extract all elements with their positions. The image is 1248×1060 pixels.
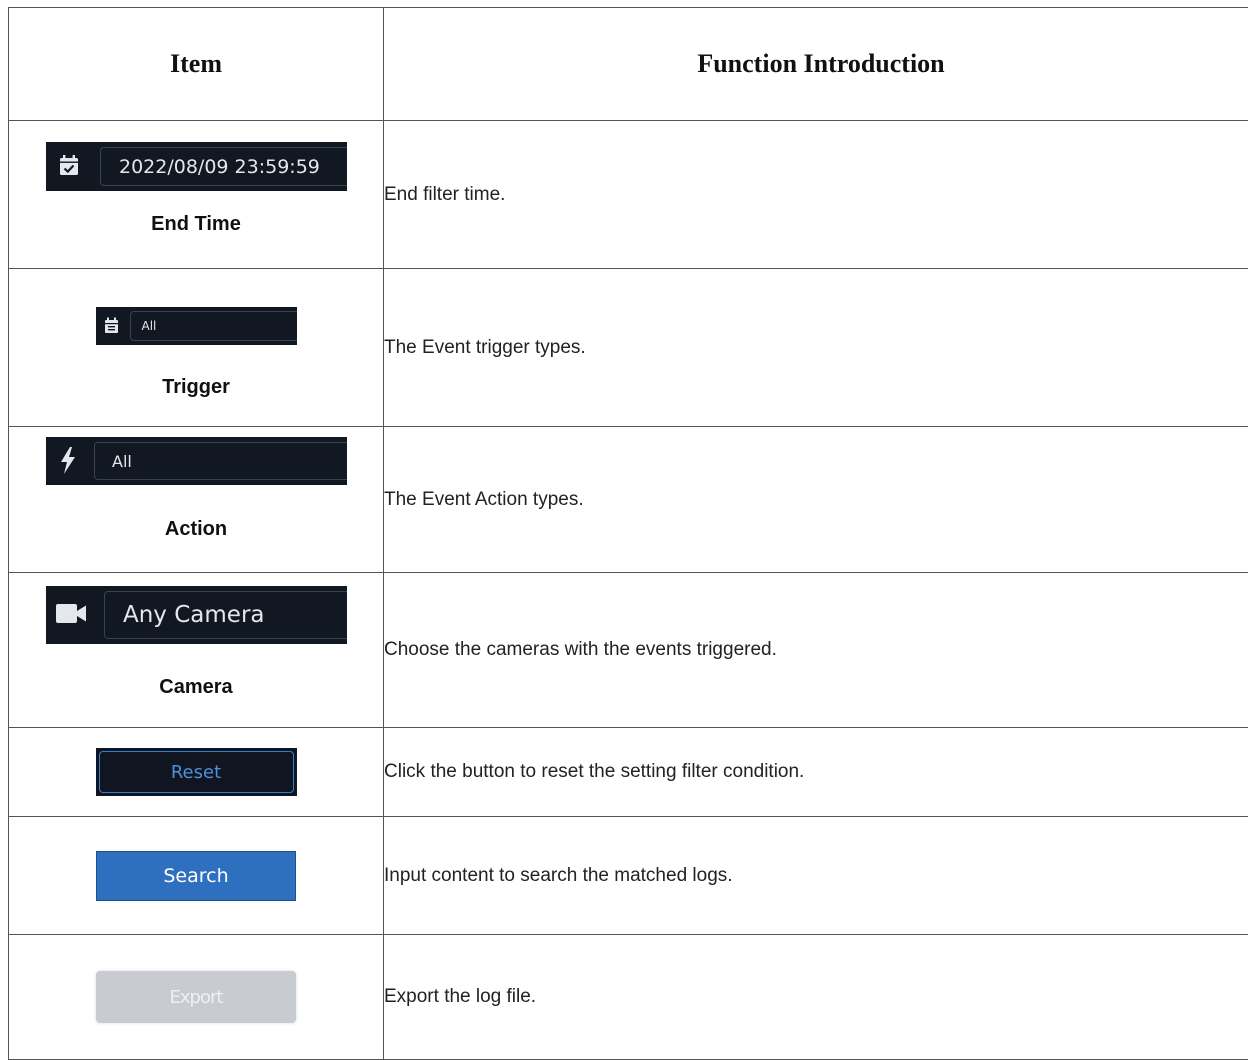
table-row: Export Export the log file. [9,935,1248,1060]
end-time-value: 2022/08/09 23:59:59 [119,156,320,178]
reset-button[interactable]: Reset [96,748,297,796]
table-row: 2022/08/09 23:59:59 End Time End filter … [9,121,1248,269]
trigger-select[interactable]: All [96,307,297,345]
item-cell-trigger: All Trigger [9,269,384,427]
camera-label: Camera [9,676,383,699]
table-row: All Action The Event Action types. [9,427,1248,573]
table-row: Search Input content to search the match… [9,817,1248,935]
trigger-description: The Event trigger types. [384,269,1248,427]
header-item: Item [9,8,384,121]
table-row: Reset Click the button to reset the sett… [9,728,1248,817]
table-row: Any Camera Camera Choose the cameras wit… [9,573,1248,728]
reset-description: Click the button to reset the setting fi… [384,728,1248,817]
calendar-check-icon [59,154,79,181]
camera-value: Any Camera [123,602,265,628]
action-select[interactable]: All [46,437,347,485]
item-cell-end-time: 2022/08/09 23:59:59 End Time [9,121,384,269]
item-cell-reset: Reset [9,728,384,817]
export-button[interactable]: Export [96,971,296,1023]
header-function-introduction: Function Introduction [384,8,1248,121]
end-time-input[interactable]: 2022/08/09 23:59:59 [100,147,347,186]
trigger-input[interactable]: All [130,311,297,341]
action-input[interactable]: All [94,442,347,480]
end-time-description: End filter time. [384,121,1248,269]
trigger-value: All [142,319,157,333]
video-camera-icon [56,604,86,628]
trigger-label: Trigger [9,376,383,399]
function-table: Item Function Introduction 2022/08/09 23… [8,7,1248,1060]
export-button-label: Export [170,987,223,1008]
export-description: Export the log file. [384,935,1248,1060]
action-value: All [112,452,132,471]
search-description: Input content to search the matched logs… [384,817,1248,935]
item-cell-export: Export [9,935,384,1060]
calendar-icon [104,317,119,339]
search-button[interactable]: Search [96,851,296,901]
table-header-row: Item Function Introduction [9,8,1248,121]
camera-input[interactable]: Any Camera [104,591,347,639]
search-button-label: Search [163,865,228,887]
reset-button-label: Reset [171,762,221,783]
table-row: All Trigger The Event trigger types. [9,269,1248,427]
reset-button-inner: Reset [99,751,294,793]
action-description: The Event Action types. [384,427,1248,573]
item-cell-camera: Any Camera Camera [9,573,384,728]
camera-description: Choose the cameras with the events trigg… [384,573,1248,728]
camera-select[interactable]: Any Camera [46,586,347,644]
end-time-picker[interactable]: 2022/08/09 23:59:59 [46,142,347,191]
item-cell-search: Search [9,817,384,935]
end-time-label: End Time [9,213,383,236]
item-cell-action: All Action [9,427,384,573]
lightning-icon [60,447,76,479]
action-label: Action [9,518,383,541]
